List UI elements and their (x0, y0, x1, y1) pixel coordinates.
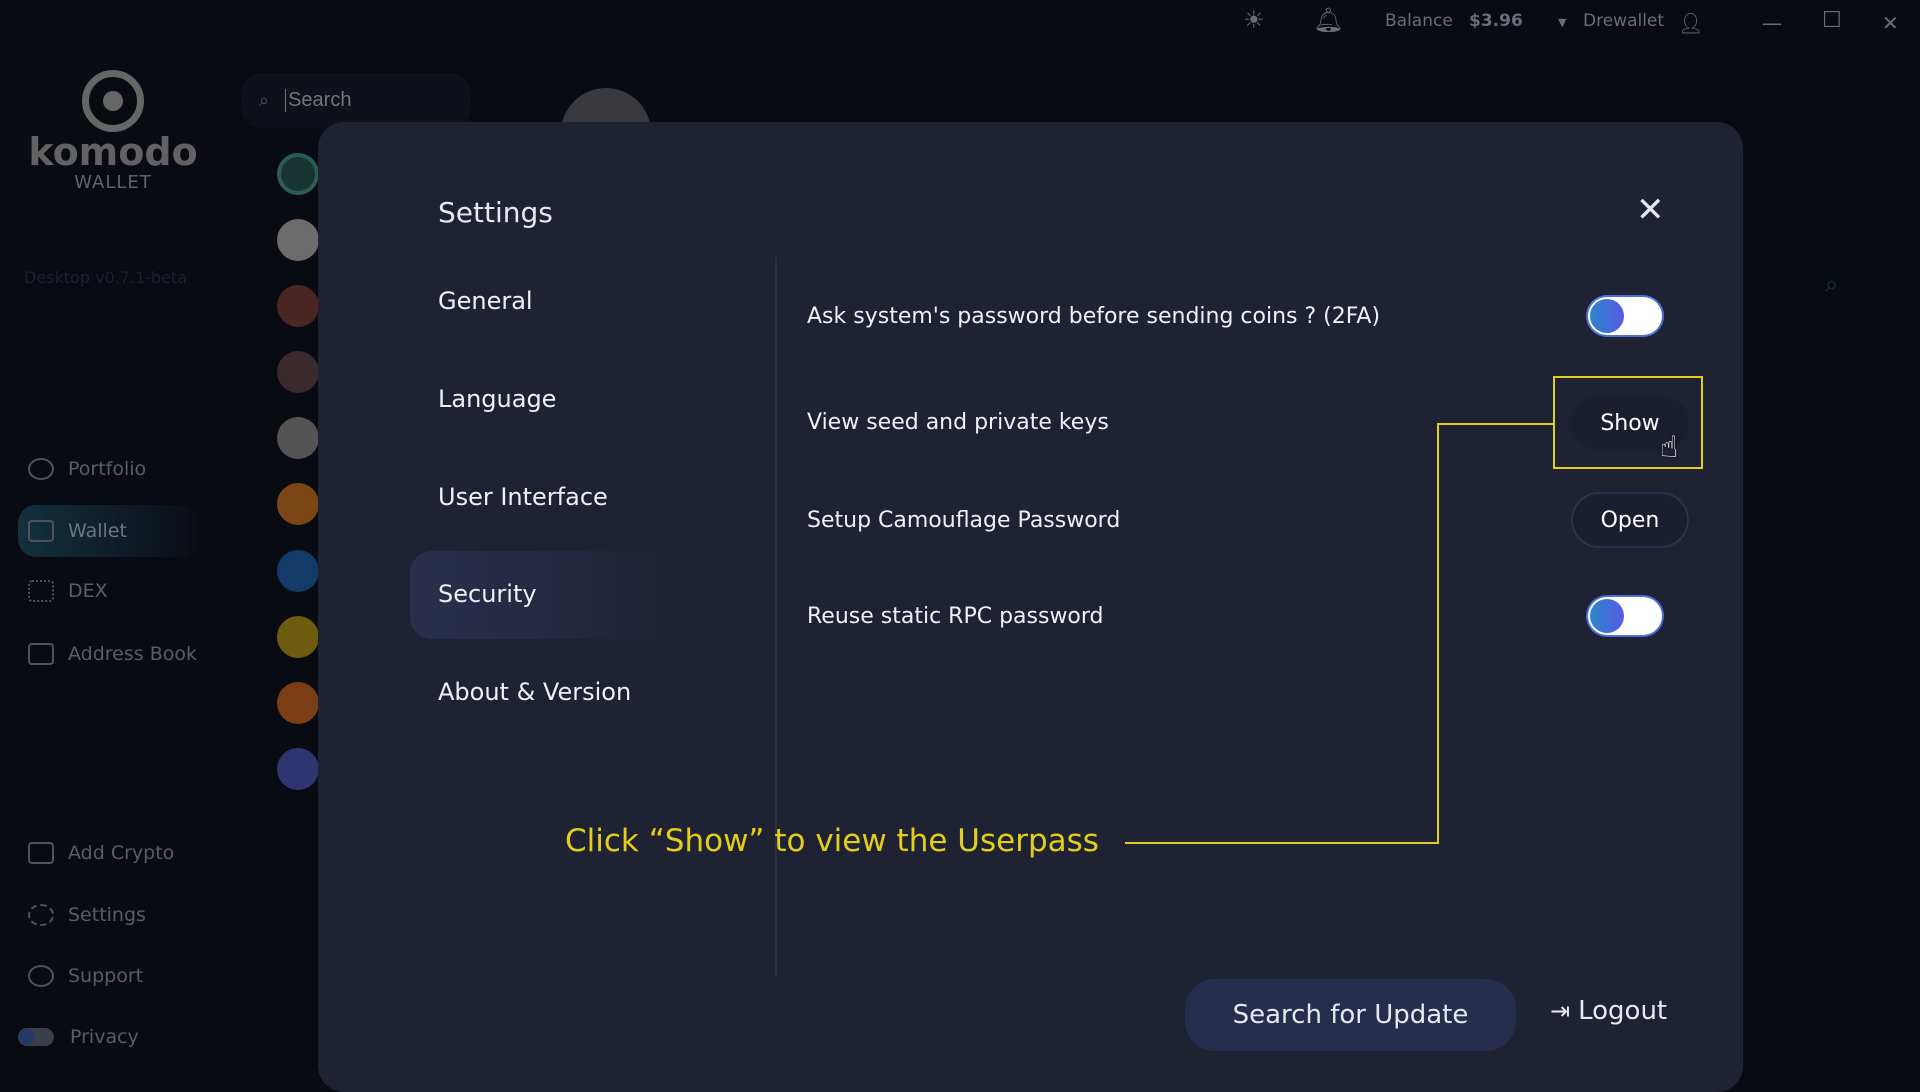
address-book-icon (28, 643, 54, 665)
dex-icon (28, 580, 54, 602)
open-camouflage-button[interactable]: Open (1571, 492, 1689, 548)
version-text: Desktop v0.7.1-beta (24, 268, 188, 287)
user-icon[interactable]: 👤︎ (1678, 11, 1703, 35)
hand-cursor-icon: ☝ (1660, 430, 1679, 465)
wallet-dropdown-caret-icon[interactable]: ▼ (1558, 16, 1566, 29)
dialog-close-button[interactable]: ✕ (1636, 190, 1665, 230)
coin-avatar-1-icon[interactable] (277, 285, 319, 327)
logout-icon: ⇥ (1550, 997, 1571, 1025)
search-icon: ⌕ (259, 90, 270, 111)
coin-bitcoin-icon[interactable] (277, 483, 319, 525)
coin-yellow-icon[interactable] (277, 616, 319, 658)
sidebar-item-portfolio[interactable]: Portfolio (18, 443, 198, 495)
sidebar-item-add-crypto[interactable]: Add Crypto (18, 827, 198, 879)
2fa-label: Ask system's password before sending coi… (807, 304, 1381, 329)
rpc-password-toggle[interactable] (1588, 597, 1662, 635)
sidebar-item-label: DEX (68, 580, 108, 602)
privacy-toggle[interactable] (18, 1028, 54, 1046)
sidebar-item-address-book[interactable]: Address Book (18, 628, 198, 680)
menu-language[interactable]: Language (438, 385, 556, 413)
annotation-line (1437, 423, 1439, 844)
sidebar-item-support[interactable]: Support (18, 950, 198, 1002)
coin-litecoin-icon[interactable] (277, 417, 319, 459)
sidebar-item-label: Settings (68, 904, 146, 926)
search-input[interactable] (285, 89, 436, 112)
notification-bell-icon[interactable]: 🔔︎ (1313, 6, 1343, 34)
logo: komodo WALLET (28, 70, 198, 193)
menu-user-interface[interactable]: User Interface (438, 483, 608, 511)
logo-name: komodo (28, 130, 198, 174)
maximize-button[interactable]: ☐ (1822, 8, 1842, 33)
background-search-icon: ⌕ (1825, 270, 1839, 298)
sidebar-item-label: Address Book (68, 643, 197, 665)
window-close-button[interactable]: ✕ (1882, 11, 1899, 35)
logout-button[interactable]: ⇥ Logout (1550, 996, 1667, 1026)
sidebar-item-label: Portfolio (68, 458, 147, 480)
annotation-highlight-box (1553, 376, 1703, 469)
coin-avatar-2-icon[interactable] (277, 351, 319, 393)
rpc-password-label: Reuse static RPC password (807, 604, 1104, 629)
coin-panda-icon[interactable] (277, 219, 319, 261)
coin-shiba-icon[interactable] (277, 682, 319, 724)
search-for-update-button[interactable]: Search for Update (1185, 979, 1516, 1051)
menu-general[interactable]: General (438, 287, 533, 315)
coin-ethereum-icon[interactable] (277, 748, 319, 790)
logo-sub: WALLET (74, 172, 152, 193)
sidebar-item-privacy[interactable]: Privacy (18, 1011, 198, 1063)
sidebar-item-dex[interactable]: DEX (18, 565, 198, 617)
portfolio-icon (28, 458, 54, 480)
sidebar-item-settings[interactable]: Settings (18, 889, 198, 941)
coin-komodo-icon[interactable] (277, 153, 319, 195)
gear-icon (28, 904, 54, 926)
balance-label: Balance (1385, 11, 1453, 31)
annotation-line (1438, 423, 1553, 425)
balance-value: $3.96 (1469, 11, 1523, 31)
sidebar-item-label: Add Crypto (68, 842, 175, 864)
search-box[interactable]: ⌕ (241, 73, 471, 128)
annotation-line (1125, 842, 1439, 844)
wallet-name[interactable]: Drewallet (1583, 11, 1664, 31)
sidebar-item-label: Privacy (70, 1026, 139, 1048)
logout-label: Logout (1578, 996, 1668, 1026)
2fa-toggle[interactable] (1588, 297, 1662, 335)
coin-digibyte-icon[interactable] (277, 550, 319, 592)
sidebar-item-wallet[interactable]: Wallet (18, 505, 198, 557)
theme-sun-icon[interactable]: ☀ (1243, 6, 1265, 34)
support-icon (28, 965, 54, 987)
menu-about-version[interactable]: About & Version (438, 678, 631, 706)
bank-icon (28, 842, 54, 864)
dialog-title: Settings (438, 196, 553, 229)
sidebar-item-label: Wallet (68, 520, 127, 542)
view-seed-label: View seed and private keys (807, 410, 1109, 435)
annotation-text: Click “Show” to view the Userpass (565, 823, 1099, 859)
sidebar-item-label: Support (68, 965, 144, 987)
menu-divider (775, 257, 777, 977)
menu-security[interactable]: Security (438, 580, 537, 608)
wallet-icon (28, 520, 54, 542)
minimize-button[interactable]: — (1762, 11, 1782, 35)
komodo-logo-icon (82, 70, 144, 132)
camouflage-label: Setup Camouflage Password (807, 508, 1121, 533)
